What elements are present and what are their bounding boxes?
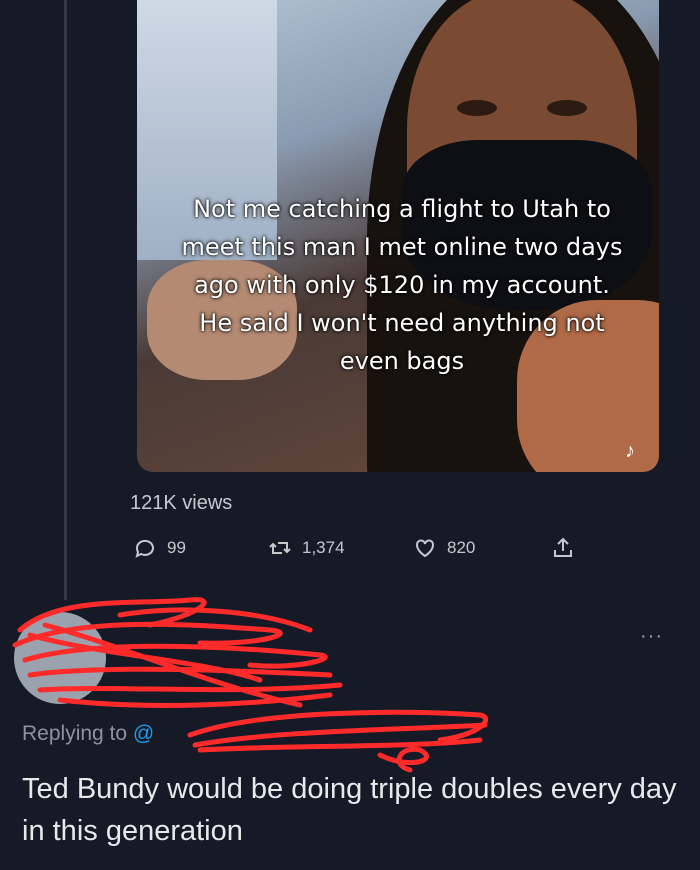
eye [547, 100, 587, 116]
retweet-count: 1,374 [302, 538, 345, 557]
reply-icon [135, 539, 154, 558]
more-icon[interactable]: ··· [640, 625, 663, 648]
view-count: 121K views [130, 492, 233, 514]
like-count: 820 [447, 538, 476, 557]
like-button[interactable]: 820 [413, 536, 475, 560]
share-icon [554, 537, 572, 557]
eye [457, 100, 497, 116]
retweet-icon [269, 542, 291, 554]
tweet-actions: 99 1,374 820 [133, 536, 593, 566]
share-button[interactable] [551, 536, 575, 560]
reply-handle[interactable]: @ [133, 722, 154, 745]
tweet-media-image[interactable]: Not me catching a flight to Utah to meet… [137, 0, 659, 472]
reply-button[interactable]: 99 [133, 536, 186, 560]
reply-tweet-text: Ted Bundy would be doing triple doubles … [22, 773, 677, 847]
avatar[interactable] [14, 612, 106, 704]
replying-to: Replying to @ [22, 722, 154, 746]
tiktok-icon: ♪ [625, 440, 635, 462]
reply-count: 99 [167, 538, 186, 557]
heart-icon [416, 539, 434, 558]
retweet-button[interactable]: 1,374 [268, 536, 345, 560]
thread-line [64, 0, 67, 600]
replying-label: Replying to [22, 722, 128, 745]
video-caption: Not me catching a flight to Utah to meet… [181, 195, 623, 375]
